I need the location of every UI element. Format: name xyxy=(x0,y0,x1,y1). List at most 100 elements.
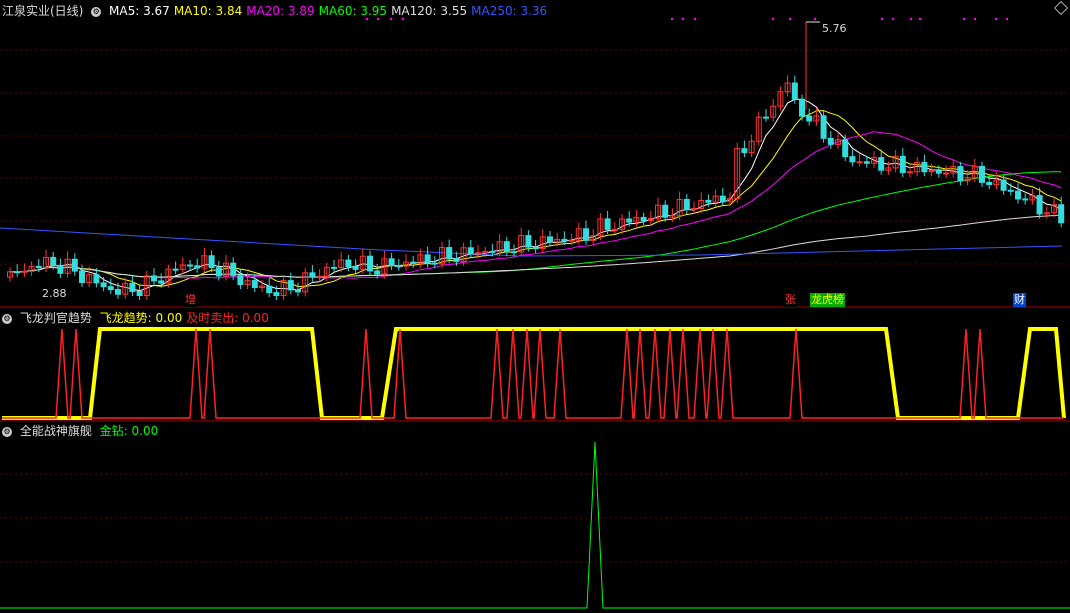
candle-body xyxy=(568,239,575,242)
candle-body xyxy=(1007,189,1014,192)
candle-body xyxy=(662,204,669,218)
candle-body xyxy=(35,265,42,269)
candle-body xyxy=(100,282,107,288)
event-marker-1[interactable]: 张 xyxy=(784,293,797,307)
stock-title[interactable]: 江泉实业(日线) xyxy=(2,4,83,18)
candle-body xyxy=(827,137,834,145)
signal-dot xyxy=(788,17,792,21)
ma-legend: MA5: 3.67 MA10: 3.84 MA20: 3.89 MA60: 3.95 M… xyxy=(109,4,551,18)
chart-canvas[interactable]: 5.76 2.88 xyxy=(0,0,1070,613)
candle-body xyxy=(849,156,856,163)
panel3-legend: 金钻: 0.00 xyxy=(100,424,163,438)
candle-body xyxy=(374,270,381,275)
settings-icon[interactable]: ⚙ xyxy=(91,6,102,17)
candle-body xyxy=(208,255,215,269)
ma5-line xyxy=(9,98,1062,292)
candle-body xyxy=(806,115,813,122)
candle-body xyxy=(820,115,827,139)
candle-body xyxy=(388,258,395,266)
candle-body xyxy=(921,162,928,173)
candle-body xyxy=(129,282,136,292)
event-marker-3[interactable]: 财 xyxy=(1013,293,1026,307)
sell-signal-line xyxy=(2,328,1064,419)
candle-body xyxy=(410,261,417,264)
signal-dot xyxy=(962,17,966,21)
signal-dot xyxy=(681,17,685,21)
panel2-title[interactable]: 飞龙判官趋势 xyxy=(20,311,92,325)
ma60-line xyxy=(9,171,1062,278)
candle-body xyxy=(1022,198,1029,201)
candle-body xyxy=(583,228,589,241)
candle-body xyxy=(453,258,460,262)
high-price-label: 5.76 xyxy=(822,22,847,35)
candle-body xyxy=(475,252,481,255)
ma-legend-item-1: MA10: 3.84 xyxy=(173,4,243,18)
candle-body xyxy=(878,157,885,171)
candle-body xyxy=(187,264,193,267)
candle-body xyxy=(295,289,301,293)
candle-body xyxy=(309,272,316,278)
signal-dot xyxy=(909,17,913,21)
candle-body xyxy=(532,246,539,250)
panel3-header: ⚙ 全能战神旗舰 金钻: 0.00 xyxy=(2,422,166,440)
candle-body xyxy=(151,275,157,282)
candle-body xyxy=(489,250,496,253)
candle-body xyxy=(525,235,532,248)
signal-dot xyxy=(973,17,977,21)
candle-body xyxy=(115,289,121,295)
candle-body xyxy=(446,247,453,260)
candle-body xyxy=(107,286,114,291)
candle-body xyxy=(79,270,85,283)
candle-body xyxy=(705,199,712,203)
panel3-legend-item-0: 金钻: 0.00 xyxy=(99,424,159,438)
main-panel-header: 江泉实业(日线) ⚙ MA5: 3.67 MA10: 3.84 MA20: 3.89… xyxy=(2,2,555,20)
candle-body xyxy=(935,170,942,174)
signal-dot xyxy=(693,17,697,21)
panel3-title[interactable]: 全能战神旗舰 xyxy=(20,424,92,438)
candle-body xyxy=(93,274,100,284)
event-marker-2[interactable]: 龙虎榜 xyxy=(810,293,845,307)
candle-body xyxy=(316,275,323,278)
candle-body xyxy=(899,155,906,174)
candle-body xyxy=(979,165,985,183)
ma-legend-item-5: MA250: 3.36 xyxy=(471,4,548,18)
candle-body xyxy=(986,181,993,186)
signal-dot xyxy=(994,17,998,21)
candle-body xyxy=(431,262,438,265)
candle-body xyxy=(14,271,21,274)
trend-indicator-lines xyxy=(2,327,1066,420)
settings-icon[interactable]: ⚙ xyxy=(2,313,12,324)
candle-body xyxy=(683,198,690,210)
panel2-header: ⚙ 飞龙判官趋势 飞龙趋势: 0.00 及时卖出: 0.00 xyxy=(2,309,277,327)
candle-body xyxy=(158,280,165,284)
candle-body xyxy=(467,247,474,255)
signal-dot xyxy=(771,17,775,21)
low-price-label: 2.88 xyxy=(42,287,67,300)
candle-body xyxy=(1058,204,1065,224)
ma-legend-item-2: MA20: 3.89 xyxy=(246,4,315,18)
candlestick-series xyxy=(7,21,1065,301)
candle-body xyxy=(424,254,431,264)
candle-body xyxy=(287,280,294,291)
candle-body xyxy=(863,161,870,164)
candle-body xyxy=(251,280,258,288)
candle-body xyxy=(611,228,618,231)
panel2-legend-item-1: 及时卖出: 0.00 xyxy=(186,311,269,325)
candle-body xyxy=(511,251,517,254)
candle-body xyxy=(503,241,510,253)
candle-body xyxy=(331,266,337,269)
candle-body xyxy=(791,82,798,100)
candle-body xyxy=(50,256,57,266)
signal-dot xyxy=(813,17,817,21)
candle-body xyxy=(799,98,805,117)
candle-body xyxy=(943,172,949,175)
panel2-legend-item-0: 飞龙趋势: 0.00 xyxy=(99,311,183,325)
signal-dot xyxy=(891,17,895,21)
ma-legend-item-0: MA5: 3.67 xyxy=(109,4,170,18)
settings-icon[interactable]: ⚙ xyxy=(2,426,12,437)
candle-body xyxy=(215,267,222,277)
trend-line xyxy=(2,327,1066,420)
candle-body xyxy=(640,216,647,222)
event-marker-0[interactable]: 增 xyxy=(184,293,197,307)
candle-body xyxy=(547,236,553,243)
